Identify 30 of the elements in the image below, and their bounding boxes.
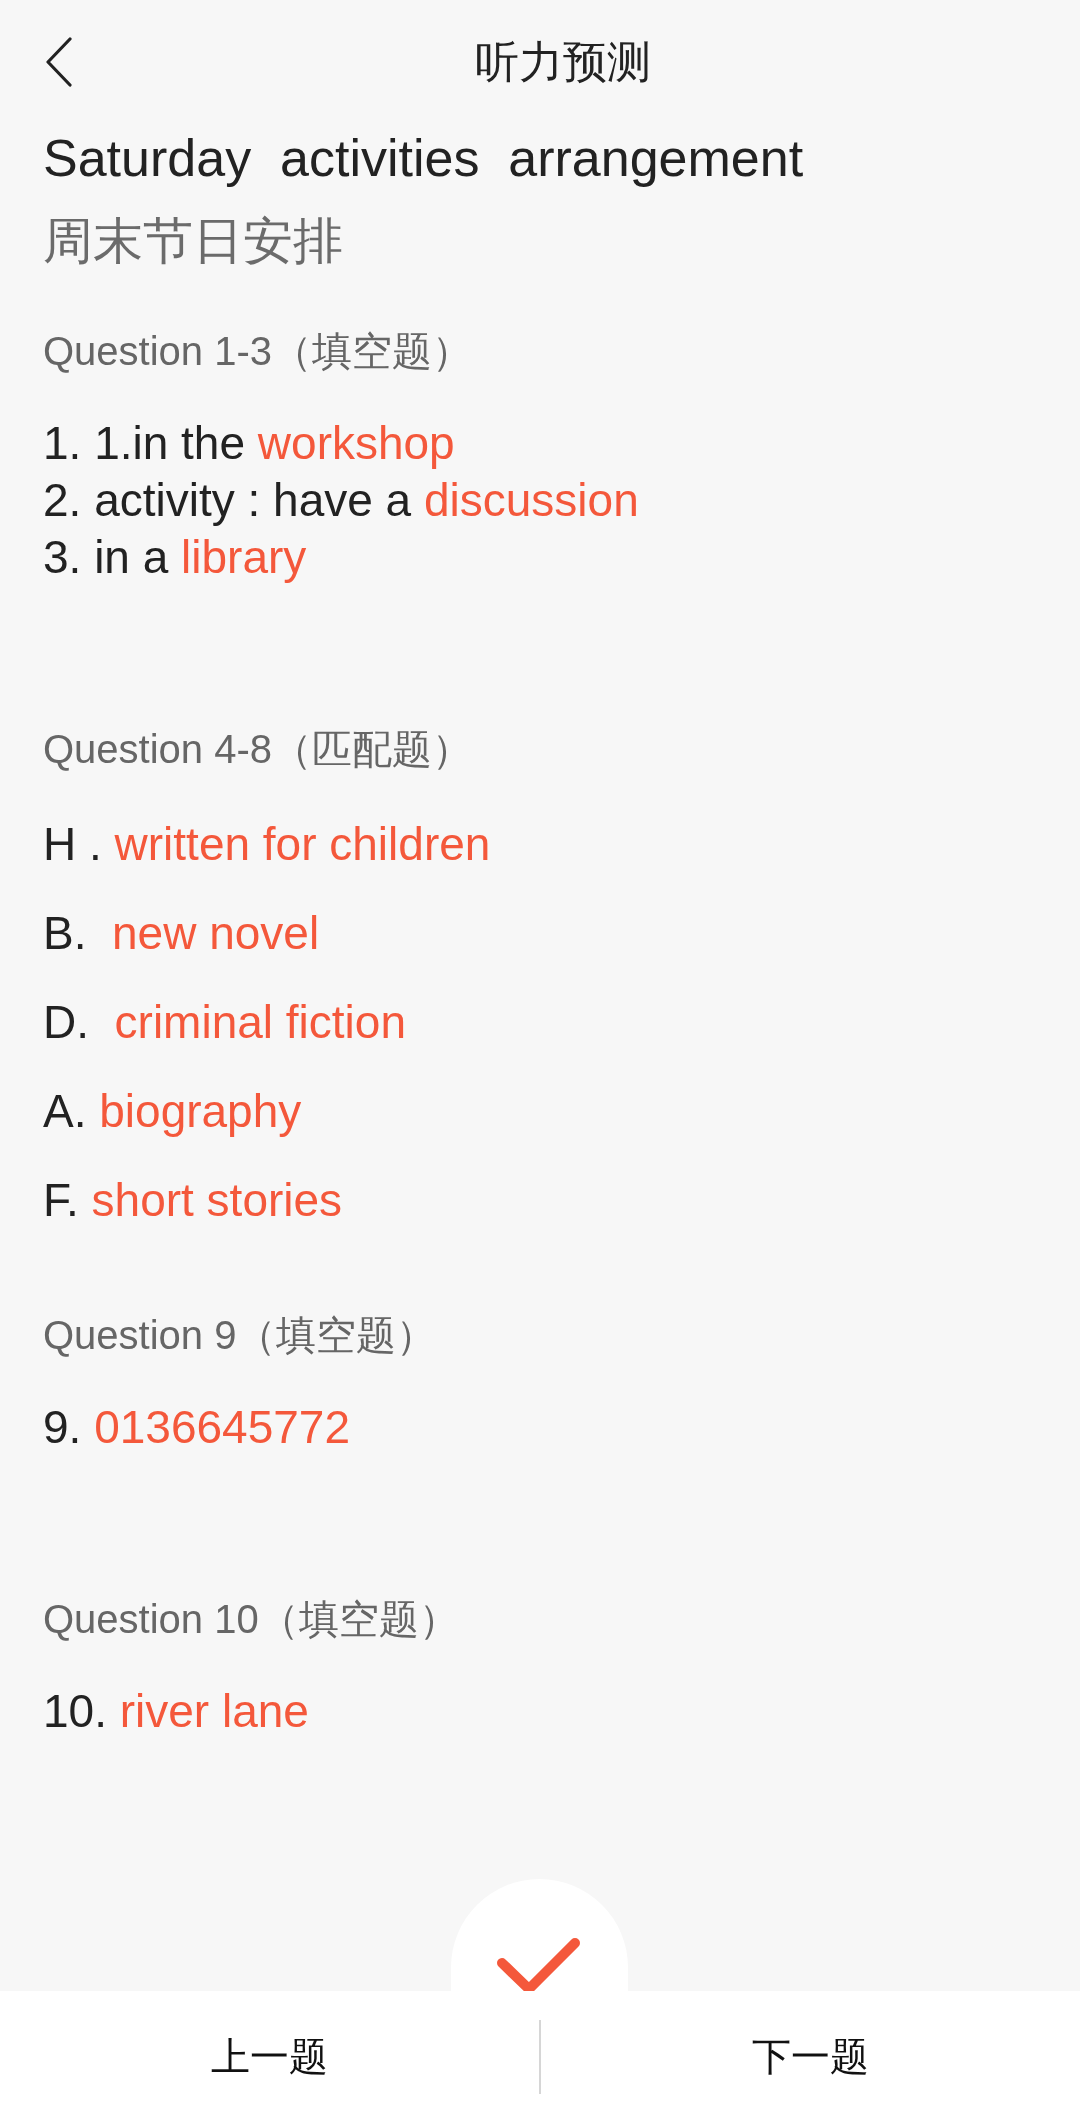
question-text: 1. 1.in the [43, 417, 246, 469]
answer-text: criminal fiction [114, 996, 406, 1048]
question-heading: Question 10（填空题） [43, 1596, 460, 1643]
question-heading: Question 1-3（填空题） [43, 328, 474, 375]
question-text: F. [43, 1174, 79, 1226]
answer-text: river lane [119, 1685, 309, 1737]
answer-text: new novel [112, 907, 320, 959]
question-text: 10. [43, 1685, 107, 1737]
question-text: 3. in a [43, 531, 169, 583]
question-text: 9. [43, 1401, 82, 1453]
back-icon [45, 37, 72, 87]
passage-title: Saturday activities arrangement [43, 128, 805, 189]
passage-subtitle: 周末节日安排 [43, 212, 344, 271]
answer-text: short stories [91, 1174, 343, 1226]
question-text: 2. activity : have a [43, 474, 412, 526]
question-text: A. [43, 1085, 87, 1137]
question-text: H . [43, 818, 102, 870]
answer-text: 0136645772 [94, 1401, 350, 1453]
answer-text: written for children [114, 818, 491, 870]
page-title: 听力预测 [474, 36, 651, 88]
back-button[interactable] [45, 37, 72, 87]
answer-text: discussion [423, 474, 639, 526]
question-text: B. [43, 907, 88, 959]
answer-text: library [181, 531, 307, 583]
question-text: D. [43, 996, 90, 1048]
answer-text: workshop [257, 417, 455, 469]
answer-text: biography [99, 1085, 302, 1137]
check-icon [495, 1937, 581, 1991]
question-heading: Question 9（填空题） [43, 1312, 438, 1359]
question-heading: Question 4-8（匹配题） [43, 726, 474, 773]
